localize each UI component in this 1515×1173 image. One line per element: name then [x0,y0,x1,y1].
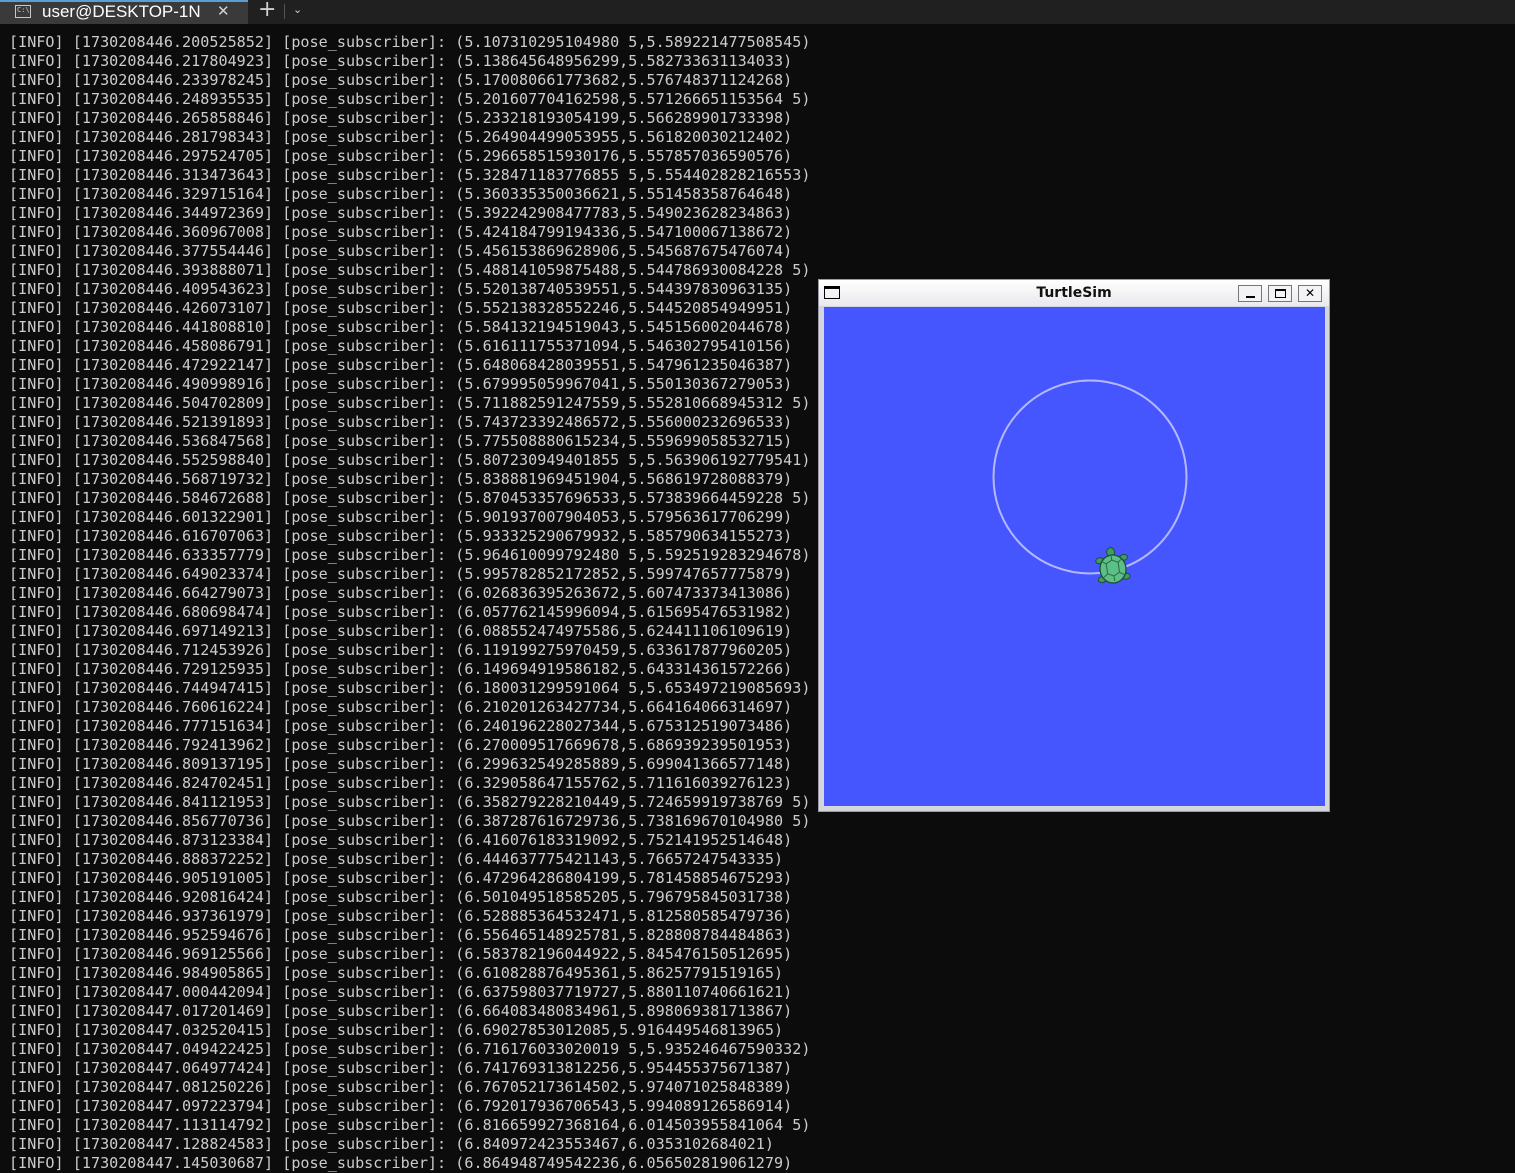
log-line: [INFO] [1730208446.937361979] [pose_subs… [9,907,793,925]
log-line: [INFO] [1730208446.217804923] [pose_subs… [9,52,793,70]
terminal-icon: C:\ [15,5,31,18]
log-line: [INFO] [1730208446.200525852] [pose_subs… [9,33,811,51]
log-line: [INFO] [1730208447.032520415] [pose_subs… [9,1021,784,1039]
log-line: [INFO] [1730208446.888372252] [pose_subs… [9,850,784,868]
log-line: [INFO] [1730208447.113114792] [pose_subs… [9,1116,811,1134]
maximize-button[interactable] [1268,285,1292,302]
tab-terminal[interactable]: C:\ user@DESKTOP-1N ✕ [0,0,248,24]
tab-bar: C:\ user@DESKTOP-1N ✕ + ⌄ [0,0,1515,24]
log-line: [INFO] [1730208446.360967008] [pose_subs… [9,223,793,241]
log-line: [INFO] [1730208446.984905865] [pose_subs… [9,964,784,982]
log-line: [INFO] [1730208446.297524705] [pose_subs… [9,147,793,165]
log-line: [INFO] [1730208447.064977424] [pose_subs… [9,1059,793,1077]
turtlesim-drawing [992,379,1188,584]
tab-title: user@DESKTOP-1N [42,2,201,21]
chevron-down-icon[interactable]: ⌄ [293,0,302,22]
log-line: [INFO] [1730208446.393888071] [pose_subs… [9,261,811,279]
tab-close-icon[interactable]: ✕ [217,2,230,24]
log-line: [INFO] [1730208446.313473643] [pose_subs… [9,166,811,184]
log-line: [INFO] [1730208447.081250226] [pose_subs… [9,1078,793,1096]
log-line: [INFO] [1730208446.344972369] [pose_subs… [9,204,793,222]
turtle-icon [1095,547,1131,584]
log-line: [INFO] [1730208446.920816424] [pose_subs… [9,888,793,906]
minimize-icon [1245,296,1255,298]
log-line: [INFO] [1730208446.281798343] [pose_subs… [9,128,793,146]
log-line: [INFO] [1730208447.049422425] [pose_subs… [9,1040,811,1058]
log-line: [INFO] [1730208446.233978245] [pose_subs… [9,71,793,89]
log-line: [INFO] [1730208446.856770736] [pose_subs… [9,812,811,830]
turtle-trail-circle [992,379,1188,575]
close-button[interactable]: ✕ [1298,285,1322,302]
log-line: [INFO] [1730208447.097223794] [pose_subs… [9,1097,793,1115]
turtlesim-titlebar[interactable]: TurtleSim ✕ [819,280,1329,306]
new-tab-icon[interactable]: + [258,0,276,23]
tab-bar-divider [284,4,285,19]
log-line: [INFO] [1730208446.329715164] [pose_subs… [9,185,793,203]
maximize-icon [1274,289,1286,298]
log-line: [INFO] [1730208446.873123384] [pose_subs… [9,831,793,849]
log-line: [INFO] [1730208447.145030687] [pose_subs… [9,1154,793,1172]
close-icon: ✕ [1304,286,1316,300]
minimize-button[interactable] [1238,285,1262,302]
log-line: [INFO] [1730208446.905191005] [pose_subs… [9,869,793,887]
log-line: [INFO] [1730208447.000442094] [pose_subs… [9,983,793,1001]
log-line: [INFO] [1730208446.265858846] [pose_subs… [9,109,793,127]
log-line: [INFO] [1730208446.377554446] [pose_subs… [9,242,793,260]
turtlesim-canvas [824,307,1325,806]
log-line: [INFO] [1730208446.952594676] [pose_subs… [9,926,793,944]
log-line: [INFO] [1730208447.017201469] [pose_subs… [9,1002,793,1020]
turtlesim-window[interactable]: TurtleSim ✕ [818,279,1330,812]
log-line: [INFO] [1730208447.128824583] [pose_subs… [9,1135,775,1153]
log-line: [INFO] [1730208446.969125566] [pose_subs… [9,945,793,963]
log-line: [INFO] [1730208446.248935535] [pose_subs… [9,90,811,108]
